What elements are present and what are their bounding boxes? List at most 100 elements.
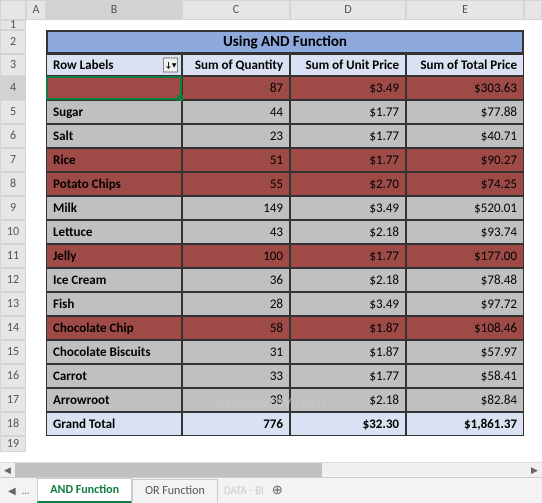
scroll-thumb[interactable]: [15, 463, 322, 477]
data-label-11[interactable]: Chocolate Biscuits: [46, 340, 182, 364]
data-qty-2[interactable]: 23: [182, 124, 290, 148]
tab-nav-ellipsis[interactable]: ...: [20, 484, 32, 497]
row-header-3[interactable]: 3: [0, 54, 26, 76]
data-qty-0[interactable]: 87: [182, 76, 290, 100]
data-unit-11[interactable]: $1.87: [290, 340, 406, 364]
data-unit-5[interactable]: $3.49: [290, 196, 406, 220]
row-header-17[interactable]: 17: [0, 388, 26, 412]
row-header-1[interactable]: 1: [0, 20, 26, 30]
new-sheet-button[interactable]: ⊕: [264, 483, 291, 498]
data-unit-8[interactable]: $2.18: [290, 268, 406, 292]
data-total-1[interactable]: $77.88: [406, 100, 524, 124]
data-qty-5[interactable]: 149: [182, 196, 290, 220]
data-unit-1[interactable]: $1.77: [290, 100, 406, 124]
data-total-6[interactable]: $93.74: [406, 220, 524, 244]
header-row-labels[interactable]: Row Labels↓▾: [46, 54, 182, 76]
tab-and-function[interactable]: AND Function: [37, 478, 132, 503]
data-qty-6[interactable]: 43: [182, 220, 290, 244]
data-unit-13[interactable]: $2.18: [290, 388, 406, 412]
scroll-right-icon[interactable]: ▶: [527, 463, 542, 478]
row-header-2[interactable]: 2: [0, 30, 26, 54]
data-label-8[interactable]: Ice Cream: [46, 268, 182, 292]
data-label-5[interactable]: Milk: [46, 196, 182, 220]
row-header-8[interactable]: 8: [0, 172, 26, 196]
tab-nav-prev-icon[interactable]: ◀: [6, 484, 18, 497]
data-total-13[interactable]: $82.84: [406, 388, 524, 412]
horizontal-scrollbar[interactable]: ◀ ▶: [0, 462, 542, 477]
data-qty-8[interactable]: 36: [182, 268, 290, 292]
data-qty-3[interactable]: 51: [182, 148, 290, 172]
header-qty[interactable]: Sum of Quantity: [182, 54, 290, 76]
data-label-12[interactable]: Carrot: [46, 364, 182, 388]
data-total-4[interactable]: $74.25: [406, 172, 524, 196]
data-label-1[interactable]: Sugar: [46, 100, 182, 124]
row-header-15[interactable]: 15: [0, 340, 26, 364]
data-unit-12[interactable]: $1.77: [290, 364, 406, 388]
data-qty-4[interactable]: 55: [182, 172, 290, 196]
data-total-12[interactable]: $58.41: [406, 364, 524, 388]
data-qty-11[interactable]: 31: [182, 340, 290, 364]
row-header-9[interactable]: 9: [0, 196, 26, 220]
row-header-16[interactable]: 16: [0, 364, 26, 388]
row-header-18[interactable]: 18: [0, 412, 26, 436]
data-total-3[interactable]: $90.27: [406, 148, 524, 172]
data-unit-7[interactable]: $1.77: [290, 244, 406, 268]
data-qty-13[interactable]: 38: [182, 388, 290, 412]
data-label-13[interactable]: Arrowroot: [46, 388, 182, 412]
data-total-8[interactable]: $78.48: [406, 268, 524, 292]
grand-total-total[interactable]: $1,861.37: [406, 412, 524, 436]
row-header-19[interactable]: 19: [0, 436, 26, 452]
data-label-7[interactable]: Jelly: [46, 244, 182, 268]
data-qty-10[interactable]: 58: [182, 316, 290, 340]
row-header-6[interactable]: 6: [0, 124, 26, 148]
data-label-6[interactable]: Lettuce: [46, 220, 182, 244]
column-header-C[interactable]: C: [182, 0, 290, 20]
grand-total-label[interactable]: Grand Total: [46, 412, 182, 436]
column-header-E[interactable]: E: [406, 0, 524, 20]
header-total[interactable]: Sum of Total Price: [406, 54, 524, 76]
filter-button[interactable]: ↓▾: [163, 58, 178, 73]
tab-or-function[interactable]: OR Function: [132, 479, 218, 502]
data-total-5[interactable]: $520.01: [406, 196, 524, 220]
row-header-7[interactable]: 7: [0, 148, 26, 172]
scroll-track[interactable]: [15, 463, 527, 477]
data-label-4[interactable]: Potato Chips: [46, 172, 182, 196]
header-unit[interactable]: Sum of Unit Price: [290, 54, 406, 76]
row-header-14[interactable]: 14: [0, 316, 26, 340]
select-all-corner[interactable]: [0, 0, 26, 20]
row-header-11[interactable]: 11: [0, 244, 26, 268]
data-qty-7[interactable]: 100: [182, 244, 290, 268]
data-total-10[interactable]: $108.46: [406, 316, 524, 340]
data-unit-2[interactable]: $1.77: [290, 124, 406, 148]
column-header-f[interactable]: [524, 0, 542, 20]
column-header-B[interactable]: B: [46, 0, 182, 20]
data-label-3[interactable]: Rice: [46, 148, 182, 172]
data-qty-12[interactable]: 33: [182, 364, 290, 388]
data-label-0[interactable]: [46, 76, 182, 100]
data-qty-9[interactable]: 28: [182, 292, 290, 316]
data-unit-10[interactable]: $1.87: [290, 316, 406, 340]
data-label-2[interactable]: Salt: [46, 124, 182, 148]
data-unit-4[interactable]: $2.70: [290, 172, 406, 196]
row-header-4[interactable]: 4: [0, 76, 26, 100]
scroll-left-icon[interactable]: ◀: [0, 463, 15, 478]
data-label-9[interactable]: Fish: [46, 292, 182, 316]
data-total-11[interactable]: $57.97: [406, 340, 524, 364]
data-unit-9[interactable]: $3.49: [290, 292, 406, 316]
data-label-10[interactable]: Chocolate Chip: [46, 316, 182, 340]
row-header-5[interactable]: 5: [0, 100, 26, 124]
grand-total-unit[interactable]: $32.30: [290, 412, 406, 436]
data-total-7[interactable]: $177.00: [406, 244, 524, 268]
row-header-13[interactable]: 13: [0, 292, 26, 316]
data-qty-1[interactable]: 44: [182, 100, 290, 124]
data-total-0[interactable]: $303.63: [406, 76, 524, 100]
grand-total-qty[interactable]: 776: [182, 412, 290, 436]
data-total-9[interactable]: $97.72: [406, 292, 524, 316]
data-unit-0[interactable]: $3.49: [290, 76, 406, 100]
column-header-D[interactable]: D: [290, 0, 406, 20]
column-header-A[interactable]: A: [26, 0, 46, 20]
row-header-10[interactable]: 10: [0, 220, 26, 244]
row-header-12[interactable]: 12: [0, 268, 26, 292]
data-total-2[interactable]: $40.71: [406, 124, 524, 148]
data-unit-6[interactable]: $2.18: [290, 220, 406, 244]
